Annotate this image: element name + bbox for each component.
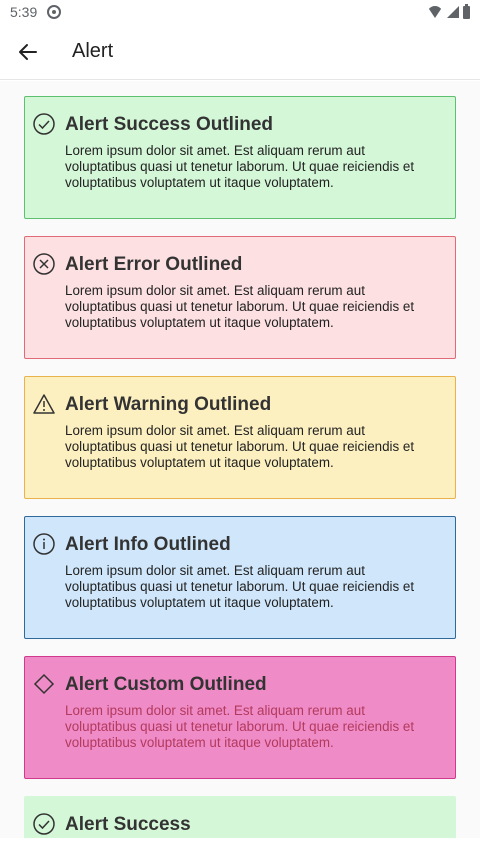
battery-icon — [463, 3, 470, 19]
alert-success-outlined: Alert Success Outlined Lorem ipsum dolor… — [24, 96, 456, 219]
close-circle-icon — [33, 253, 55, 275]
info-icon — [33, 533, 55, 555]
sync-icon — [47, 5, 62, 19]
page-title: Alert — [72, 40, 114, 62]
alert-info-outlined: Alert Info Outlined Lorem ipsum dolor si… — [24, 516, 456, 639]
alert-title: Alert Success Outlined — [65, 114, 274, 135]
status-icons — [427, 3, 470, 19]
alert-success: Alert Success — [24, 796, 456, 838]
check-circle-icon — [33, 813, 55, 835]
warning-icon — [33, 393, 55, 415]
alert-body: Lorem ipsum dolor sit amet. Est aliquam … — [65, 423, 415, 470]
alert-list: Alert Success Outlined Lorem ipsum dolor… — [0, 81, 480, 838]
alert-error-outlined: Alert Error Outlined Lorem ipsum dolor s… — [24, 236, 456, 359]
alert-title: Alert Error Outlined — [65, 254, 243, 275]
alert-title: Alert Warning Outlined — [65, 394, 272, 415]
alert-title: Alert Custom Outlined — [65, 674, 267, 695]
alert-warning-outlined: Alert Warning Outlined Lorem ipsum dolor… — [24, 376, 456, 499]
alert-body: Lorem ipsum dolor sit amet. Est aliquam … — [65, 563, 415, 610]
signal-icon — [447, 6, 459, 18]
alert-title: Alert Success — [65, 814, 191, 835]
alert-body: Lorem ipsum dolor sit amet. Est aliquam … — [65, 703, 415, 750]
alert-title: Alert Info Outlined — [65, 534, 231, 555]
app-bar: Alert — [0, 24, 480, 80]
status-bar: 5:39 — [0, 0, 480, 24]
alert-custom-outlined: Alert Custom Outlined Lorem ipsum dolor … — [24, 656, 456, 779]
back-button[interactable] — [0, 24, 56, 80]
status-time: 5:39 — [10, 4, 38, 20]
check-circle-icon — [33, 113, 55, 135]
alert-body: Lorem ipsum dolor sit amet. Est aliquam … — [65, 283, 415, 330]
wifi-icon — [427, 6, 443, 18]
bottom-bar — [0, 838, 480, 854]
arrow-left-icon — [19, 43, 37, 60]
diamond-icon — [33, 673, 55, 695]
alert-body: Lorem ipsum dolor sit amet. Est aliquam … — [65, 143, 415, 190]
